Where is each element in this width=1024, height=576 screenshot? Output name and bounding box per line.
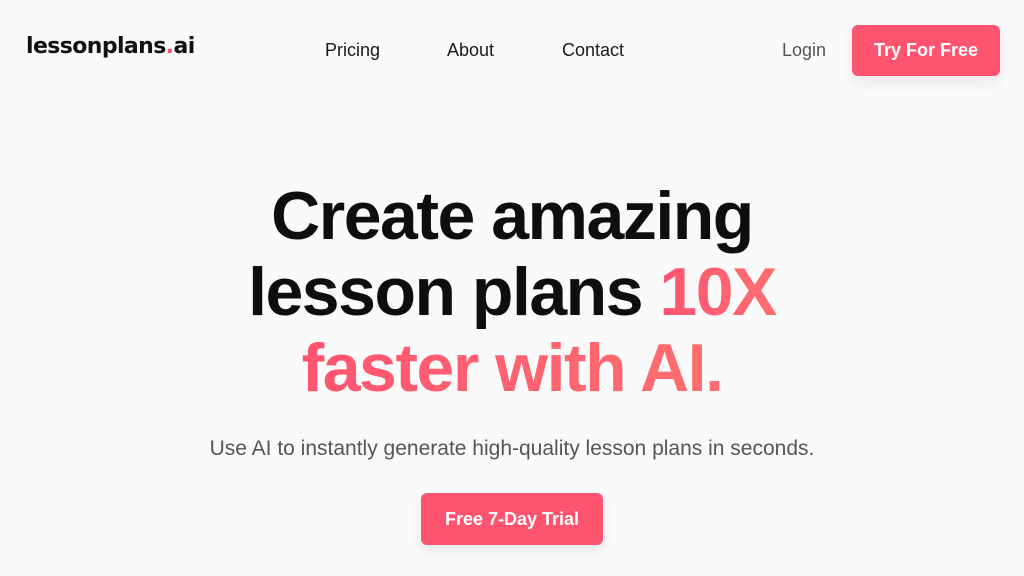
hero-title-accent-10x: 10X xyxy=(659,254,777,330)
logo-dot: . xyxy=(165,34,174,59)
free-trial-button[interactable]: Free 7-Day Trial xyxy=(421,493,603,545)
try-for-free-button[interactable]: Try For Free xyxy=(852,25,1000,76)
hero-subtitle: Use AI to instantly generate high-qualit… xyxy=(209,437,815,460)
site-header: lessonplans.ai Pricing About Contact Log… xyxy=(0,0,1024,100)
nav-link-about[interactable]: About xyxy=(447,40,494,61)
logo-tld: ai xyxy=(173,34,196,59)
logo[interactable]: lessonplans.ai xyxy=(26,34,195,59)
nav-link-contact[interactable]: Contact xyxy=(562,40,624,61)
hero-title-accent-line-3: faster with AI. xyxy=(301,330,724,406)
hero-title: Create amazing lesson plans 10X faster w… xyxy=(0,178,1024,406)
hero-title-line-2: lesson plans xyxy=(248,254,660,330)
logo-text: lessonplans xyxy=(26,34,166,59)
hero-title-line-1: Create amazing xyxy=(271,178,754,254)
login-link[interactable]: Login xyxy=(782,40,826,61)
nav-link-pricing[interactable]: Pricing xyxy=(325,40,380,61)
